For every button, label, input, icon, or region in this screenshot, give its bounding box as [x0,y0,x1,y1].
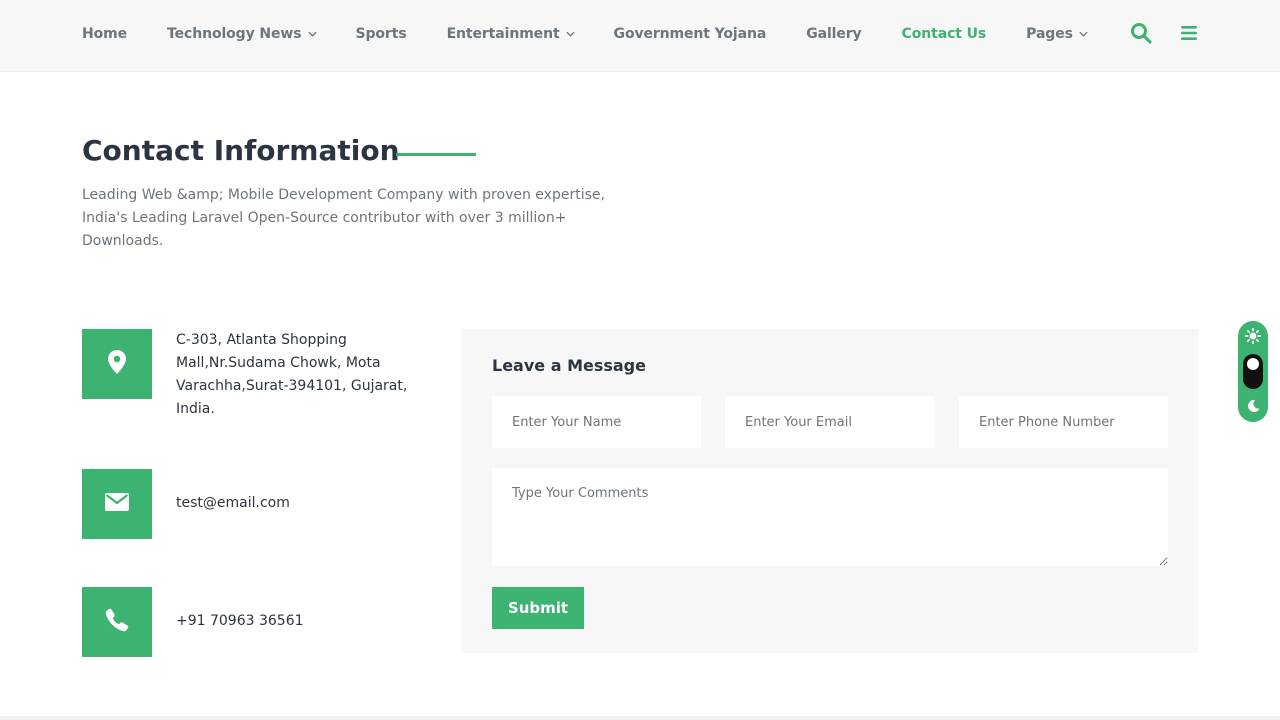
phone-icon-box [82,587,152,657]
nav-item-label: Technology News [167,26,302,42]
nav-item-label: Home [82,26,128,42]
chevron-down-icon [307,30,317,38]
nav-item-government-yojana[interactable]: Government Yojana [614,26,767,42]
phone-icon [105,608,129,636]
chevron-down-icon [1079,30,1088,38]
submit-button[interactable]: Submit [492,587,584,629]
nav-item-contact-us[interactable]: Contact Us [902,26,987,42]
phone-input[interactable] [959,396,1168,448]
sun-icon[interactable] [1244,327,1262,345]
nav-item-label: Contact Us [901,26,987,42]
theme-switch[interactable] [1243,354,1263,389]
nav-tools [1130,22,1200,44]
moon-icon[interactable] [1246,398,1260,412]
nav-item-gallery[interactable]: Gallery [806,26,861,42]
email-text[interactable]: test@email.com [176,492,426,515]
theme-toggle [1238,321,1268,422]
form-title: Leave a Message [492,356,646,375]
title-underline [396,153,476,156]
nav-item-technology-news[interactable]: Technology News [167,26,317,42]
menu-icon[interactable] [1178,22,1200,44]
envelope-icon [105,493,129,515]
chevron-down-icon [565,30,575,38]
nav-item-label: Entertainment [446,26,560,42]
email-input[interactable] [725,396,935,448]
comments-textarea[interactable] [492,468,1168,566]
address-text: C-303, Atlanta Shopping Mall,Nr.Sudama C… [176,332,408,417]
message-form: Leave a Message Submit [462,329,1198,653]
name-input[interactable] [492,396,701,448]
theme-switch-knob [1247,358,1259,370]
intro-text: Leading Web &amp; Mobile Development Com… [82,187,605,249]
phone-text[interactable]: +91 70963 36561 [176,610,426,633]
page-title: Contact Information [82,134,400,167]
nav-item-label: Government Yojana [613,26,767,42]
nav-item-sports[interactable]: Sports [356,26,407,42]
search-icon[interactable] [1130,22,1152,44]
nav-item-home[interactable]: Home [82,26,127,42]
nav-item-label: Sports [355,26,407,42]
top-navbar: Home Technology News Sports Entertainmen… [0,0,1280,72]
map-marker-icon [108,350,126,378]
footer-divider [0,716,1280,720]
nav-item-label: Gallery [806,26,862,42]
nav-item-label: Pages [1026,26,1073,42]
email-icon-box [82,469,152,539]
nav-item-entertainment[interactable]: Entertainment [446,26,575,42]
address-icon-box [82,329,152,399]
nav-item-pages[interactable]: Pages [1026,26,1088,42]
main-nav: Home Technology News Sports Entertainmen… [82,26,1127,42]
